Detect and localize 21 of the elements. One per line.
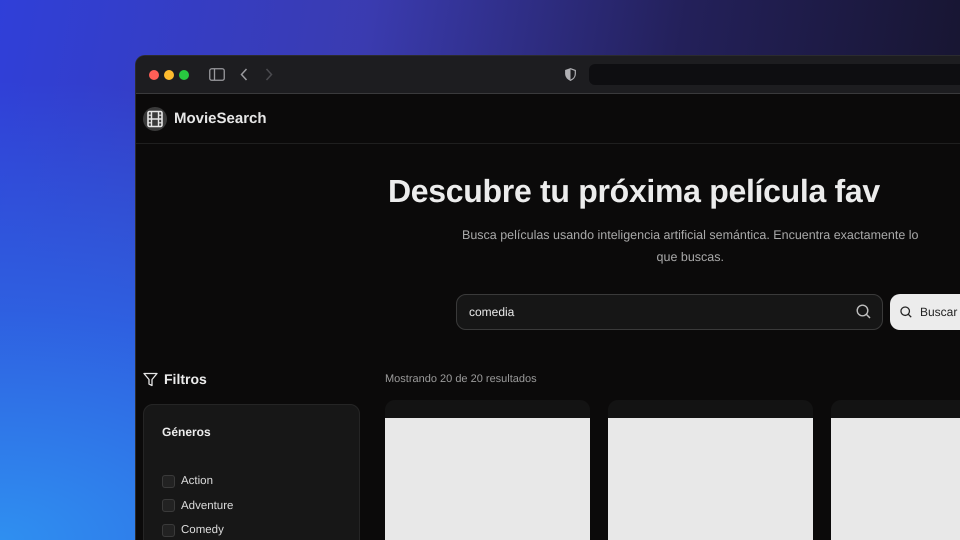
results-count: Mostrando 20 de 20 resultados — [385, 372, 538, 387]
zoom-button[interactable] — [179, 70, 189, 80]
back-icon[interactable] — [240, 68, 248, 81]
filter-icon — [143, 372, 158, 386]
shield-icon[interactable] — [565, 68, 576, 81]
sidebar-icon[interactable] — [209, 68, 225, 81]
film-icon — [143, 106, 167, 130]
search-icon — [856, 304, 871, 319]
app-name[interactable]: MovieSearch — [174, 110, 267, 127]
filters-heading: Filtros — [164, 371, 207, 387]
search-button[interactable]: Buscar — [890, 294, 960, 330]
hero-subtitle: Busca películas usando inteligencia artificial semántica. Encuentra exactamente lo que buscas. — [462, 227, 919, 266]
genre-checkbox[interactable]: Comedy — [162, 518, 341, 540]
section-heading: Géneros — [162, 425, 212, 439]
search-field[interactable]: comedia — [456, 294, 883, 330]
minimize-button[interactable] — [164, 70, 174, 80]
search-icon — [900, 306, 912, 318]
close-button[interactable] — [149, 70, 159, 80]
genre-checkbox[interactable]: Adventure — [162, 494, 341, 518]
genre-checkbox[interactable]: Action — [162, 469, 341, 494]
hero-title: Descubre tu próxima película fav — [388, 172, 881, 211]
